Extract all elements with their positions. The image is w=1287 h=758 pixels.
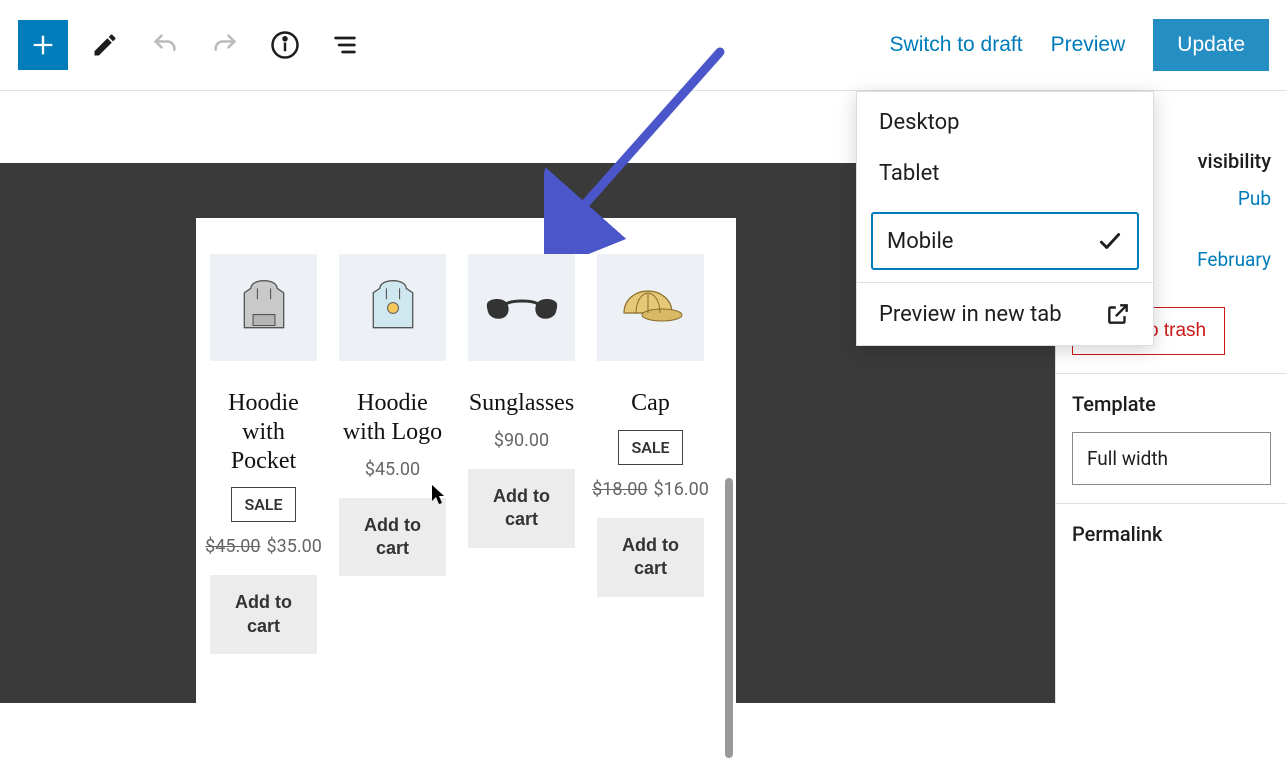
update-button[interactable]: Update — [1153, 19, 1269, 71]
product-name: Sunglasses — [469, 389, 574, 418]
permalink-section: Permalink — [1056, 503, 1287, 564]
preview-new-tab[interactable]: Preview in new tab — [857, 283, 1153, 345]
product-image[interactable] — [210, 254, 317, 361]
add-to-cart-button[interactable]: Add to cart — [210, 575, 317, 654]
toolbar-left — [18, 20, 368, 70]
undo-button[interactable] — [142, 22, 188, 68]
current-price: $45.00 — [365, 459, 420, 480]
add-to-cart-button[interactable]: Add to cart — [468, 469, 575, 548]
product-image[interactable] — [597, 254, 704, 361]
undo-icon — [151, 31, 179, 59]
product-name: Hoodie with Logo — [339, 389, 446, 447]
preview-dropdown: Desktop Tablet Mobile Preview in new tab — [856, 91, 1154, 346]
preview-option-label: Tablet — [879, 161, 939, 186]
product-card: Cap SALE $18.00$16.00 Add to cart — [597, 254, 704, 654]
add-to-cart-button[interactable]: Add to cart — [339, 498, 446, 577]
hoodie-icon — [229, 273, 299, 343]
toolbar-right: Switch to draft Preview Update — [890, 19, 1269, 71]
redo-button[interactable] — [202, 22, 248, 68]
permalink-heading: Permalink — [1072, 522, 1271, 546]
preview-button[interactable]: Preview — [1051, 33, 1126, 57]
product-grid: Hoodie with Pocket SALE $45.00 $35.00 Add… — [210, 254, 722, 654]
product-price: $45.00 — [365, 459, 420, 480]
editor-toolbar: Switch to draft Preview Update — [0, 0, 1287, 91]
product-card: Sunglasses $90.00 Add to cart — [468, 254, 575, 654]
product-card: Hoodie with Logo $45.00 Add to cart — [339, 254, 446, 654]
template-select[interactable]: Full width — [1072, 432, 1271, 485]
product-price: $18.00 $16.00 — [592, 479, 709, 500]
product-name: Cap — [631, 389, 670, 418]
preview-option-label: Preview in new tab — [879, 302, 1062, 327]
add-to-cart-button[interactable]: Add to cart — [597, 518, 704, 597]
redo-icon — [211, 31, 239, 59]
preview-option-mobile[interactable]: Mobile — [871, 212, 1139, 270]
edit-tool-button[interactable] — [82, 22, 128, 68]
old-price: $45.00 — [205, 536, 260, 557]
product-name: Hoodie with Pocket — [210, 389, 317, 475]
outline-button[interactable] — [322, 22, 368, 68]
product-image[interactable] — [339, 254, 446, 361]
template-section: Template Full width — [1056, 373, 1287, 503]
current-price: $35.00 — [267, 536, 322, 557]
preview-option-label: Desktop — [879, 110, 960, 135]
info-icon — [270, 30, 300, 60]
sale-badge: SALE — [618, 430, 682, 465]
plus-icon — [29, 31, 57, 59]
product-card: Hoodie with Pocket SALE $45.00$35.00 Add… — [210, 254, 317, 654]
check-icon — [1097, 228, 1123, 254]
preview-option-tablet[interactable]: Tablet — [857, 153, 1153, 204]
add-block-button[interactable] — [18, 20, 68, 70]
sunglasses-icon — [482, 288, 562, 328]
sale-badge: SALE — [231, 487, 295, 522]
product-price: $90.00 — [494, 430, 549, 451]
switch-to-draft-button[interactable]: Switch to draft — [890, 33, 1023, 57]
old-price: $18.00 — [592, 479, 647, 500]
cap-icon — [614, 283, 688, 333]
info-button[interactable] — [262, 22, 308, 68]
template-heading: Template — [1072, 392, 1271, 416]
product-price: $45.00 $35.00 — [205, 536, 322, 557]
current-price: $16.00 — [654, 479, 709, 500]
preview-frame: Hoodie with Pocket SALE $45.00 $35.00 Add… — [196, 218, 736, 703]
pencil-icon — [91, 31, 119, 59]
preview-option-label: Mobile — [887, 229, 953, 254]
product-image[interactable] — [468, 254, 575, 361]
preview-option-desktop[interactable]: Desktop — [857, 92, 1153, 153]
current-price: $90.00 — [494, 430, 549, 451]
list-icon — [331, 31, 359, 59]
frame-scrollbar[interactable] — [725, 478, 733, 758]
external-link-icon — [1105, 301, 1131, 327]
hoodie-logo-icon — [358, 273, 428, 343]
